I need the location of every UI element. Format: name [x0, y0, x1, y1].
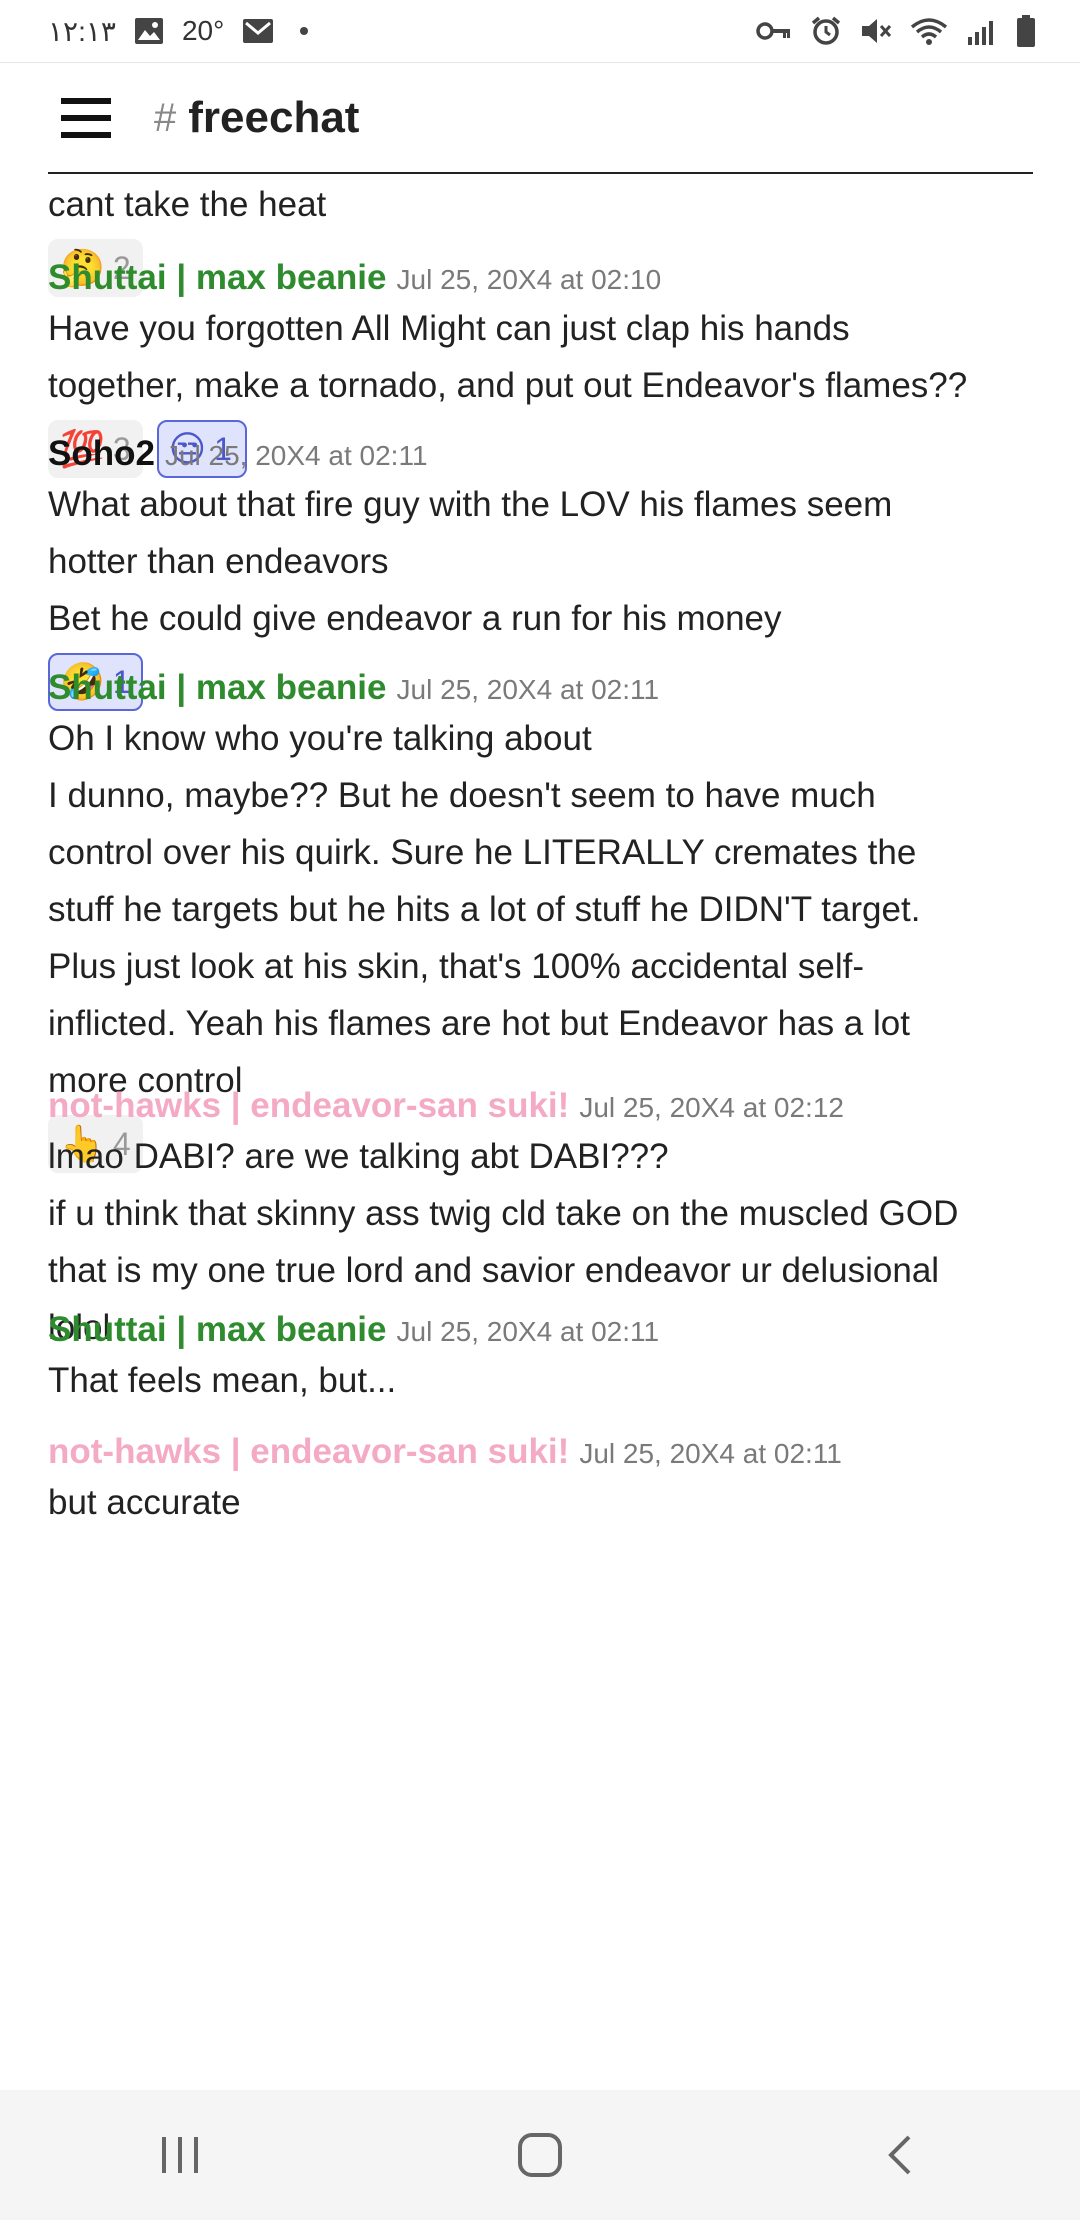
status-bar: ١٢:١٣ 20°	[0, 0, 1080, 63]
message-text: inflicted. Yeah his flames are hot but E…	[48, 1004, 910, 1043]
message-timestamp: Jul 25, 20X4 at 02:11	[164, 440, 428, 471]
message-text: if u think that skinny ass twig cld take…	[48, 1194, 959, 1233]
message-text: cant take the heat	[48, 185, 327, 224]
message-text: Plus just look at his skin, that's 100% …	[48, 947, 864, 986]
recents-icon	[162, 2137, 198, 2173]
message[interactable]: not-hawks | endeavor-san suki! Jul 25, 20…	[48, 1430, 1038, 1531]
wifi-icon	[910, 16, 948, 46]
message-author[interactable]: Soho2	[48, 432, 155, 476]
message[interactable]: Shuttai | max beanie Jul 25, 20X4 at 02:1…	[48, 1308, 1038, 1409]
dot-icon	[292, 21, 316, 41]
menu-button[interactable]	[56, 88, 116, 148]
battery-icon	[1016, 15, 1036, 47]
alarm-icon	[810, 15, 842, 47]
channel-hash: #	[154, 95, 177, 140]
message-timestamp: Jul 25, 20X4 at 02:11	[396, 674, 660, 705]
status-bar-right	[756, 15, 1036, 47]
channel-header: # freechat	[48, 64, 1033, 174]
message-author[interactable]: Shuttai | max beanie	[48, 1308, 387, 1352]
back-icon	[888, 2135, 911, 2175]
message-text: but accurate	[48, 1483, 241, 1522]
channel-name: freechat	[188, 93, 360, 142]
message-author[interactable]: Shuttai | max beanie	[48, 666, 387, 710]
recents-button[interactable]	[120, 2105, 240, 2205]
message-text: That feels mean, but...	[48, 1361, 397, 1400]
mute-icon	[860, 16, 892, 46]
home-button[interactable]	[480, 2105, 600, 2205]
message-header: Soho2 Jul 25, 20X4 at 02:11	[48, 432, 1038, 476]
message-text: that is my one true lord and savior ende…	[48, 1251, 940, 1290]
hamburger-icon	[61, 98, 111, 138]
message-author[interactable]: not-hawks | endeavor-san suki!	[48, 1430, 569, 1474]
status-time: ١٢:١٣	[48, 15, 116, 47]
message-feed[interactable]: cant take the heat 🤔 2 Shuttai | max beanie…	[48, 176, 1038, 2090]
message-header: Shuttai | max beanie Jul 25, 20X4 at 02:1…	[48, 666, 1038, 710]
message-timestamp: Jul 25, 20X4 at 02:10	[396, 264, 662, 295]
message-author[interactable]: Shuttai | max beanie	[48, 256, 387, 300]
message-text: Oh I know who you're talking about	[48, 719, 592, 758]
message-header: Shuttai | max beanie Jul 25, 20X4 at 02:1…	[48, 1308, 1038, 1352]
message-text: Bet he could give endeavor a run for his…	[48, 599, 782, 638]
key-icon	[756, 19, 792, 43]
message-text: control over his quirk. Sure he LITERALL…	[48, 833, 917, 872]
status-bar-left: ١٢:١٣ 20°	[48, 15, 316, 48]
message-timestamp: Jul 25, 20X4 at 02:12	[579, 1092, 844, 1123]
message-timestamp: Jul 25, 20X4 at 02:11	[396, 1316, 660, 1347]
mail-icon	[242, 18, 274, 44]
message-text: lmao DABI? are we talking abt DABI???	[48, 1137, 669, 1176]
home-icon	[518, 2133, 562, 2177]
message-author[interactable]: not-hawks | endeavor-san suki!	[48, 1084, 569, 1128]
signal-icon	[966, 17, 998, 45]
message-text: hotter than endeavors	[48, 542, 389, 581]
message-text: together, make a tornado, and put out En…	[48, 366, 968, 405]
message-header: not-hawks | endeavor-san suki! Jul 25, 20…	[48, 1430, 1038, 1474]
message-text: stuff he targets but he hits a lot of st…	[48, 890, 921, 929]
message-text: Have you forgotten All Might can just cl…	[48, 309, 850, 348]
message-header: not-hawks | endeavor-san suki! Jul 25, 20…	[48, 1084, 1038, 1128]
message-text: What about that fire guy with the LOV hi…	[48, 485, 893, 524]
navigation-bar	[0, 2090, 1080, 2220]
status-temperature: 20°	[181, 15, 225, 46]
image-icon	[134, 17, 164, 45]
message-header: Shuttai | max beanie Jul 25, 20X4 at 02:1…	[48, 256, 1038, 300]
message-text: I dunno, maybe?? But he doesn't seem to …	[48, 776, 876, 815]
back-button[interactable]	[840, 2105, 960, 2205]
message-timestamp: Jul 25, 20X4 at 02:11	[579, 1438, 842, 1469]
